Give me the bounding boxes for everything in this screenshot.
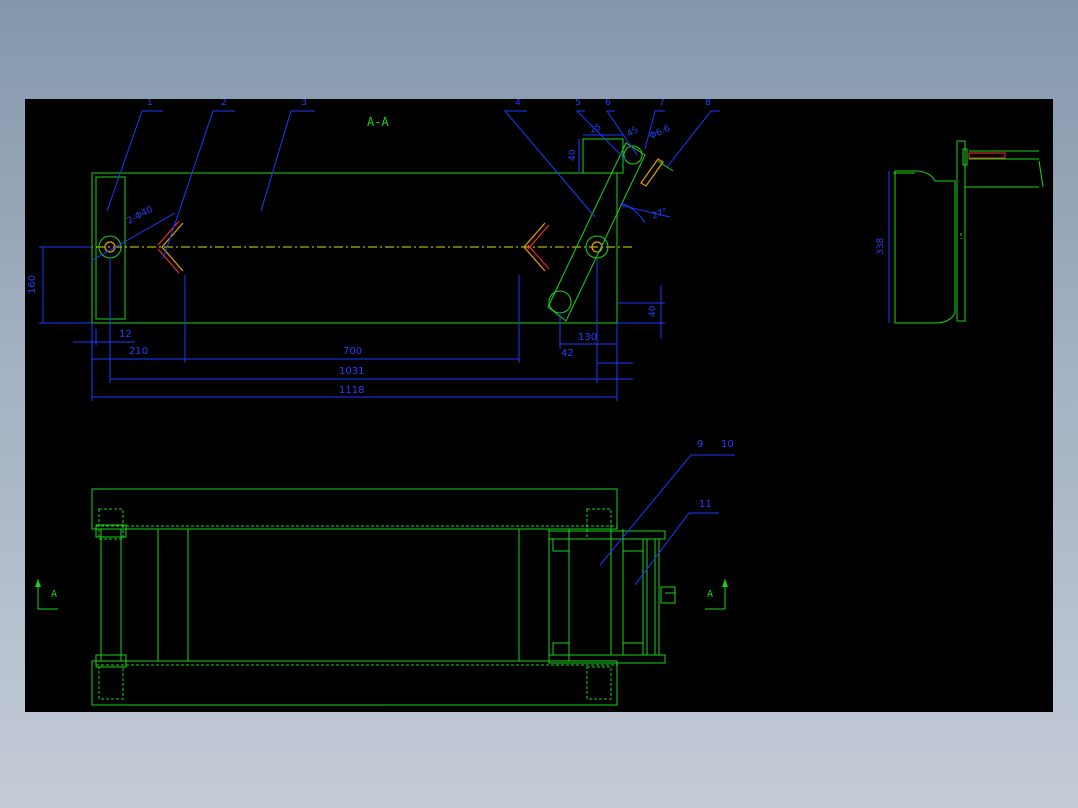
top-bracket — [582, 138, 624, 174]
dim-label: 700 — [343, 346, 362, 357]
section-marker-right: A — [705, 579, 728, 610]
part-number: 7 — [659, 99, 665, 108]
svg-text:A: A — [707, 589, 713, 600]
dim-label: 160 — [27, 275, 38, 294]
adjust-screw — [640, 158, 664, 187]
dim-label: 12 — [119, 329, 132, 340]
section-marker-left: A — [35, 579, 58, 610]
front-view: 9 10 11 A A — [35, 439, 735, 706]
dimension-lines — [39, 134, 665, 401]
main-frame-outline — [91, 172, 618, 324]
part-number: 1 — [147, 99, 153, 108]
cad-drawing-area: A-A 1 2 3 4 5 6 7 8 2-Φ40 160 12 210 700… — [25, 99, 1053, 712]
dim-label: 40 — [648, 305, 658, 317]
hole-spec-label: 2-Φ40 — [126, 205, 155, 227]
dim-label: 210 — [129, 346, 148, 357]
part-number: 2 — [221, 99, 227, 108]
dim-label: Φ6.6 — [648, 124, 672, 142]
dim-label: 40 — [568, 149, 578, 161]
cad-drawing: A-A 1 2 3 4 5 6 7 8 2-Φ40 160 12 210 700… — [27, 99, 1044, 706]
dim-label: 42 — [561, 348, 574, 359]
top-view: A-A 1 2 3 4 5 6 7 8 2-Φ40 160 12 210 700… — [27, 99, 720, 401]
part-number: 6 — [605, 99, 611, 108]
part-number: 9 — [697, 439, 703, 450]
bottom-plate — [91, 660, 618, 706]
part-number: 8 — [705, 99, 711, 108]
section-title: A-A — [367, 115, 389, 129]
dim-label: 45 — [626, 125, 641, 139]
arm-lower-pivot — [548, 290, 572, 314]
part-number: 4 — [515, 99, 521, 108]
part-number: 5 — [575, 99, 581, 108]
dim-label: 27° — [651, 207, 669, 222]
dim-label: 338 — [876, 238, 886, 255]
part-number: 3 — [301, 99, 307, 108]
svg-text:A: A — [51, 589, 57, 600]
part-number: 11 — [699, 499, 712, 510]
dim-label: 130 — [578, 332, 597, 343]
leader-lines — [90, 110, 720, 262]
dim-label: 1031 — [339, 366, 364, 377]
top-plate — [91, 488, 618, 530]
dim-label: 1118 — [339, 385, 364, 396]
part-number: 10 — [721, 439, 734, 450]
side-view: 338 — [876, 140, 1044, 324]
